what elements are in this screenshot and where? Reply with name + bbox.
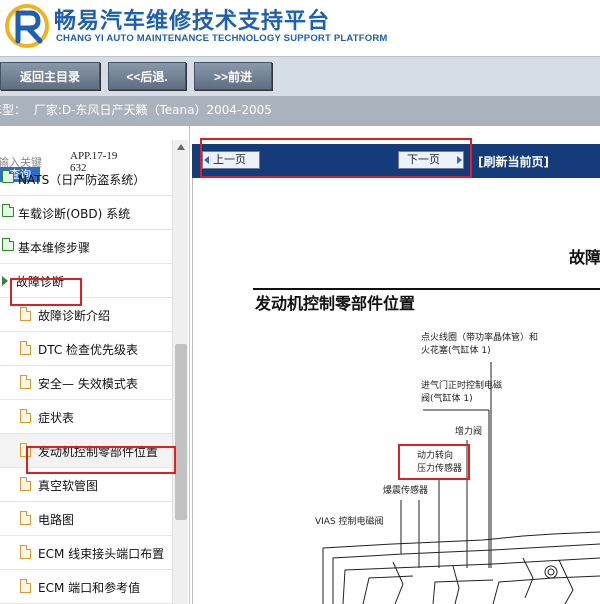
app-subtitle: CHANG YI AUTO MAINTENANCE TECHNOLOGY SUP… xyxy=(56,33,388,44)
document-icon xyxy=(20,477,31,491)
callout-booster-valve: 增力阀 xyxy=(455,427,483,437)
tree-item-label: 发动机控制零部件位置 xyxy=(38,445,159,459)
tree-item-label: 故障诊断 xyxy=(16,275,65,289)
logo-icon xyxy=(5,4,49,48)
arrow-right-icon xyxy=(457,156,462,164)
document-icon xyxy=(20,341,31,355)
tree: NATS（日产防盗系统） 车载诊断(OBD) 系统 基本维修步骤 故障诊断 故障… xyxy=(0,170,172,604)
callout-vias-valve: VIAS 控制电磁阀 xyxy=(315,517,384,527)
document-icon xyxy=(20,375,31,389)
tree-item-label: NATS（日产防盗系统） xyxy=(18,173,146,187)
tree-item-label: 车载诊断(OBD) 系统 xyxy=(18,207,131,221)
folder-icon xyxy=(2,170,14,183)
callout-intake-valve-2: 阀(气缸体 1) xyxy=(421,394,473,404)
callout-knock-sensor: 爆震传感器 xyxy=(383,486,429,496)
scroll-up-icon[interactable] xyxy=(177,144,185,150)
back-button[interactable]: <<后退. xyxy=(108,62,186,90)
document-icon xyxy=(20,409,31,423)
tree-item-label: 症状表 xyxy=(38,411,75,425)
engine-diagram xyxy=(322,362,600,604)
scroll-thumb[interactable] xyxy=(175,344,187,520)
refresh-link[interactable]: [刷新当前页] xyxy=(478,153,549,170)
tree-item-basic-repair[interactable]: 基本维修步骤 xyxy=(0,230,172,264)
vehicle-label: 车型： xyxy=(0,103,27,117)
tree-item-label: 基本维修步骤 xyxy=(18,241,91,255)
tree-item-ecm-connector[interactable]: ECM 线束接头端口布置 xyxy=(0,536,172,570)
tree-item-vacuum-hose[interactable]: 真空软管图 xyxy=(0,468,172,502)
forward-button[interactable]: >>前进 xyxy=(194,62,272,90)
callout-power-steering-1: 动力转向 xyxy=(417,451,454,461)
expand-arrow-icon xyxy=(2,276,8,286)
callout-ignition-coil-1: 点火线圈（带功率晶体管）和 xyxy=(421,333,539,343)
callout-intake-valve-1: 进气门正时控制电磁 xyxy=(421,381,503,391)
tree-item-diagnosis-intro[interactable]: 故障诊断介绍 xyxy=(0,298,172,332)
tree-item-label: ECM 端口和参考值 xyxy=(38,581,141,595)
next-page-label: 下一页 xyxy=(407,153,440,166)
content-toolbar: 上一页 下一页 [刷新当前页] xyxy=(192,144,600,178)
tree-item-diagnosis[interactable]: 故障诊断 xyxy=(0,264,172,298)
document-icon xyxy=(20,545,31,559)
home-button[interactable]: 返回主目录 xyxy=(0,62,100,90)
tree-item-nats[interactable]: NATS（日产防盗系统） xyxy=(0,162,172,196)
callout-power-steering-2: 压力传感器 xyxy=(417,464,463,474)
tree-item-label: 安全— 失效模式表 xyxy=(38,377,138,391)
document-icon xyxy=(20,579,31,593)
folder-icon xyxy=(2,204,14,217)
prev-page-button[interactable]: 上一页 xyxy=(202,151,260,169)
arrow-left-icon xyxy=(204,156,209,164)
tree-item-symptom[interactable]: 症状表 xyxy=(0,400,172,434)
tree-item-label: 真空软管图 xyxy=(38,479,99,493)
app-page: 畅易汽车维修技术支持平台 CHANG YI AUTO MAINTENANCE T… xyxy=(0,0,600,604)
tree-item-label: 电路图 xyxy=(38,513,75,527)
document-area: 故障 发动机控制零部件位置 点火线圈（带功率晶体管）和 火花塞(气缸体 1) 进… xyxy=(192,178,600,604)
sidebar-scrollbar[interactable] xyxy=(172,140,188,604)
document-icon xyxy=(20,443,31,457)
folder-icon xyxy=(2,238,14,251)
vehicle-value: 厂家:D-东风日产天籁（Teana）2004-2005 xyxy=(33,103,272,117)
navbar: 返回主目录 <<后退. >>前进 xyxy=(0,56,600,96)
tree-item-circuit-diagram[interactable]: 电路图 xyxy=(0,502,172,536)
tree-item-label: ECM 线束接头端口布置 xyxy=(38,547,165,561)
sidebar: 输入关键 查询 APP.17-19632 NATS（日产防盗系统） 车载诊断(O… xyxy=(0,126,190,604)
document-icon xyxy=(20,307,31,321)
header: 畅易汽车维修技术支持平台 CHANG YI AUTO MAINTENANCE T… xyxy=(0,0,600,56)
tree-item-fail-safe[interactable]: 安全— 失效模式表 xyxy=(0,366,172,400)
tree-item-label: DTC 检查优先级表 xyxy=(38,343,139,357)
tree-item-label: 故障诊断介绍 xyxy=(38,309,111,323)
vehicle-bar: 车型： 厂家:D-东风日产天籁（Teana）2004-2005 xyxy=(0,96,600,126)
app-title: 畅易汽车维修技术支持平台 xyxy=(54,9,331,34)
callout-ignition-coil-2: 火花塞(气缸体 1) xyxy=(421,346,491,356)
tree-item-component-location[interactable]: 发动机控制零部件位置 xyxy=(0,434,172,468)
prev-page-label: 上一页 xyxy=(213,153,246,166)
tree-item-obd[interactable]: 车载诊断(OBD) 系统 xyxy=(0,196,172,230)
next-page-button[interactable]: 下一页 xyxy=(398,151,464,169)
tree-item-ecm-terminals[interactable]: ECM 端口和参考值 xyxy=(0,570,172,604)
document-icon xyxy=(20,511,31,525)
tree-item-dtc-priority[interactable]: DTC 检查优先级表 xyxy=(0,332,172,366)
